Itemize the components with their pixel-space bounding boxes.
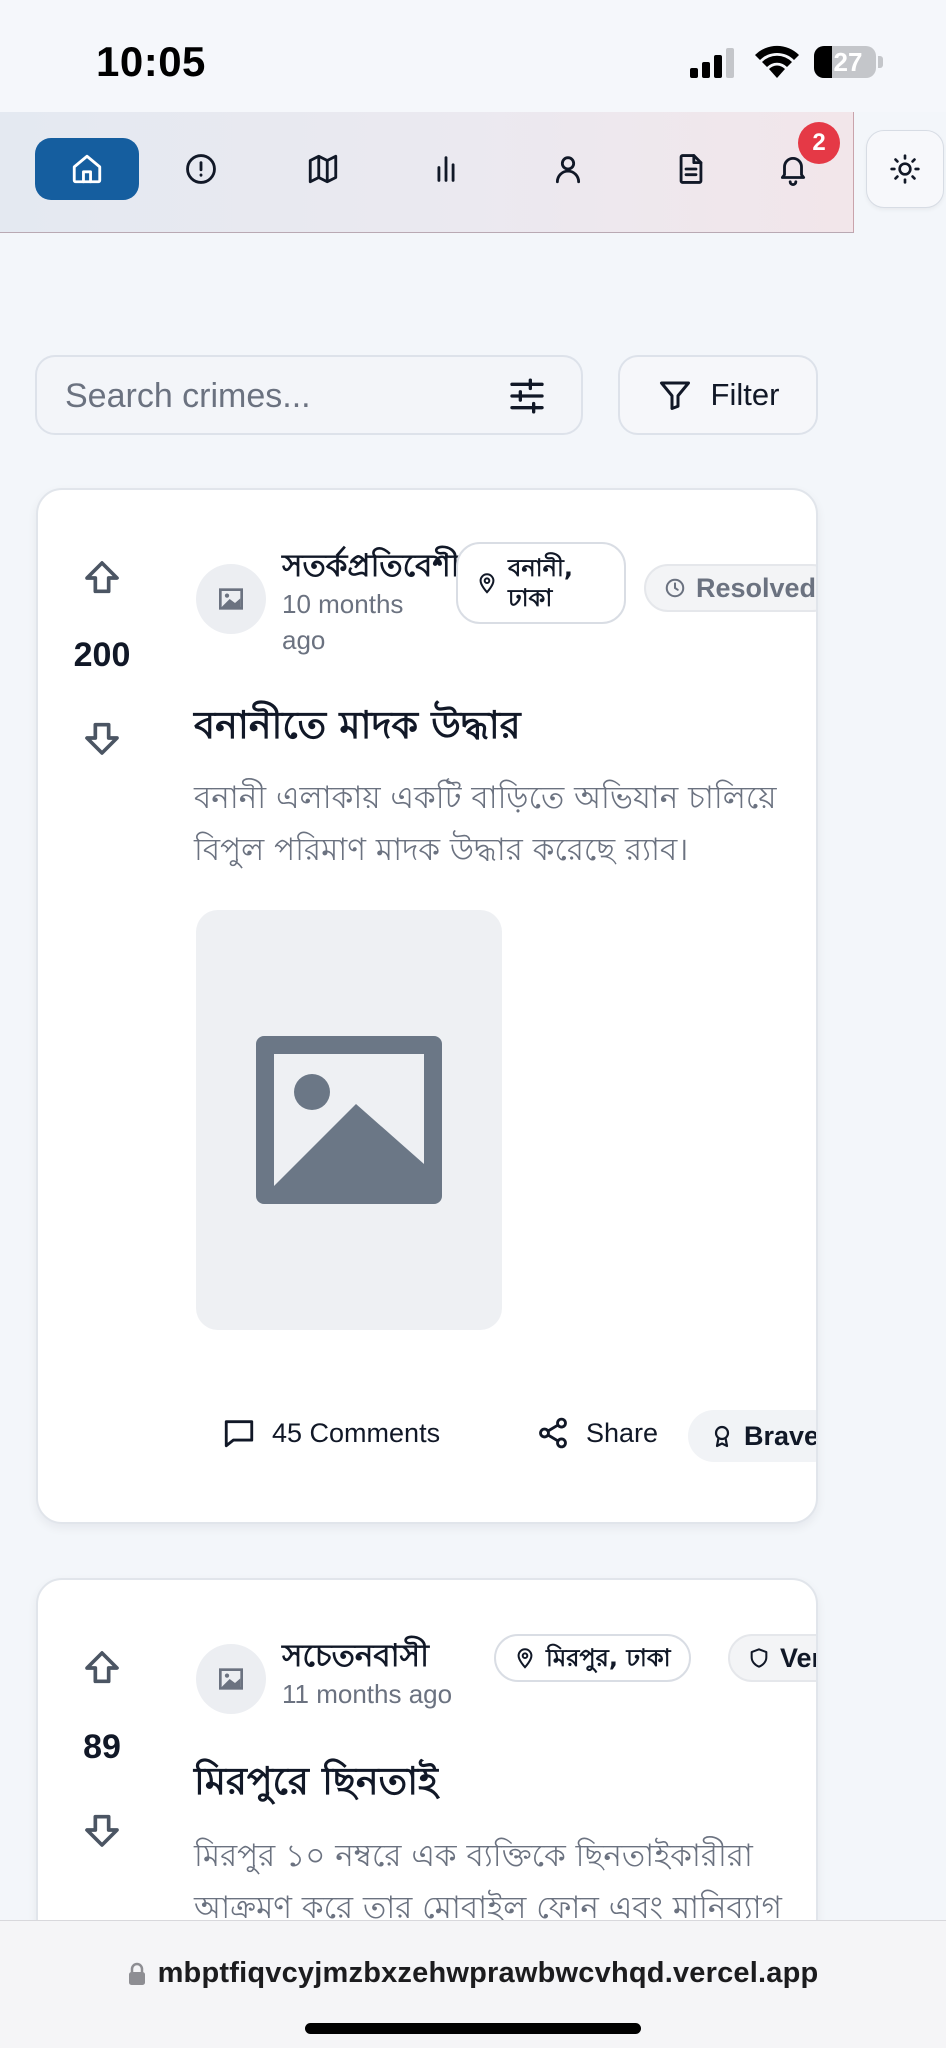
location-chip[interactable]: মিরপুর, ঢাকা xyxy=(494,1634,691,1682)
url-text: mbptfiqvcyjmzbxzehwprawbwcvhqd.vercel.ap… xyxy=(157,1957,819,1989)
post-description-line: বনানী এলাকায় একটি বাড়িতে অভিযান চালিয়… xyxy=(194,780,777,816)
search-box xyxy=(35,355,583,435)
nav-home[interactable] xyxy=(35,138,139,200)
browser-url-bar[interactable]: mbptfiqvcyjmzbxzehwprawbwcvhqd.vercel.ap… xyxy=(0,1920,946,2048)
share-label: Share xyxy=(586,1417,659,1448)
bar-chart-icon xyxy=(437,156,455,182)
post-title[interactable]: বনানীতে মাদক উদ্ধার xyxy=(194,696,521,760)
battery-icon: 27 xyxy=(814,44,884,80)
post-description-line: মিরপুর ১০ নম্বরে এক ব্যক্তিকে ছিনতাইকারী… xyxy=(194,1838,753,1874)
vote-count: 200 xyxy=(73,636,131,674)
signal-icon xyxy=(690,48,734,78)
nav-reports[interactable] xyxy=(639,138,743,200)
brave-badge-button[interactable]: Brave xyxy=(688,1410,818,1462)
avatar xyxy=(196,564,266,634)
top-nav xyxy=(0,112,854,233)
filter-label: Filter xyxy=(710,377,780,412)
nav-alerts[interactable] xyxy=(149,138,253,200)
share-button[interactable]: Share xyxy=(536,1416,658,1450)
filter-button[interactable]: Filter xyxy=(618,355,818,435)
post-title[interactable]: মিরপুরে ছিনতাই xyxy=(194,1752,438,1816)
upvote-button[interactable] xyxy=(78,554,126,602)
nav-profile[interactable] xyxy=(516,138,620,200)
image-placeholder-icon xyxy=(219,588,243,610)
downvote-button[interactable] xyxy=(78,1806,126,1854)
comment-icon xyxy=(224,1420,254,1448)
post-time: 10 months ago xyxy=(282,589,404,655)
arrow-up-icon xyxy=(85,1651,119,1684)
status-bar: 10:05 27 xyxy=(0,0,946,112)
theme-toggle-button[interactable] xyxy=(866,130,944,208)
brave-label: Brave xyxy=(744,1420,818,1451)
crime-post-card: 200 সতর্কপ্রতিবেশী 10 months ago বনানী, … xyxy=(36,488,818,1524)
document-icon xyxy=(679,154,703,184)
home-indicator[interactable] xyxy=(305,2023,641,2034)
post-time: 11 months ago xyxy=(282,1679,453,1709)
avatar xyxy=(196,1644,266,1714)
location-chip[interactable]: বনানী, ঢাকা xyxy=(456,542,626,624)
notification-count-badge: 2 xyxy=(798,122,840,164)
shield-icon xyxy=(750,1648,768,1668)
sliders-icon[interactable] xyxy=(507,376,547,416)
status-time: 10:05 xyxy=(96,38,206,85)
location-label: মিরপুর, ঢাকা xyxy=(546,1644,671,1672)
arrow-down-icon xyxy=(85,1814,119,1847)
alert-circle-icon xyxy=(186,154,216,184)
search-input[interactable] xyxy=(65,375,505,417)
status-badge: Resolved xyxy=(644,564,817,612)
award-icon xyxy=(714,1425,730,1448)
map-icon xyxy=(308,154,338,184)
status-label: Resolved xyxy=(696,573,817,603)
post-description-line: বিপুল পরিমাণ মাদক উদ্ধার করেছে র‍্যাব। xyxy=(194,832,689,868)
battery-level: 27 xyxy=(833,47,863,77)
status-label: Verified xyxy=(780,1643,816,1673)
home-icon xyxy=(72,154,102,184)
map-pin-icon xyxy=(517,1648,533,1669)
nav-map[interactable] xyxy=(271,138,375,200)
location-label: বনানী, ঢাকা xyxy=(508,554,573,612)
image-placeholder-icon xyxy=(219,1668,243,1690)
vote-count: 89 xyxy=(83,1728,121,1766)
sun-icon xyxy=(890,154,920,184)
comments-button[interactable]: 45 Comments xyxy=(222,1416,440,1450)
clock-icon xyxy=(665,578,685,598)
wifi-icon xyxy=(755,45,799,78)
downvote-button[interactable] xyxy=(78,714,126,762)
arrow-up-icon xyxy=(85,561,119,594)
comments-label: 45 Comments xyxy=(272,1417,441,1448)
share-icon xyxy=(539,1417,567,1449)
status-badge: Verified xyxy=(728,1634,816,1682)
arrow-down-icon xyxy=(85,722,119,755)
lock-icon xyxy=(128,1962,145,1985)
upvote-button[interactable] xyxy=(78,1644,126,1692)
image-placeholder-icon xyxy=(256,1036,442,1204)
user-icon xyxy=(555,156,581,184)
nav-stats[interactable] xyxy=(394,138,498,200)
filter-icon xyxy=(659,381,690,410)
map-pin-icon xyxy=(479,573,495,594)
post-image[interactable] xyxy=(196,910,502,1330)
